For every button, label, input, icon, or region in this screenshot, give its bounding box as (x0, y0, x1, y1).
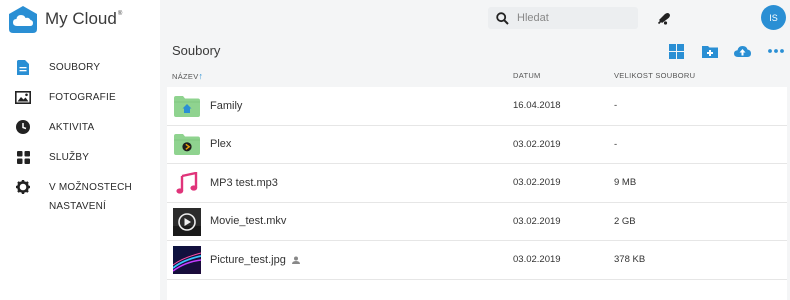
notifications-icon[interactable] (656, 10, 672, 26)
file-name[interactable]: MP3 test.mp3 (210, 177, 278, 189)
toolbar (660, 41, 790, 61)
file-size: 9 MB (614, 177, 637, 189)
clock-icon (15, 119, 31, 135)
sidebar-nav: SOUBORY FOTOGRAFIE AKTIVITA SLUŽBY V MOŽ… (0, 52, 160, 216)
cloud-logo-icon (9, 5, 37, 33)
image-thumbnail (173, 246, 201, 274)
app-name: My Cloud® (45, 9, 123, 28)
user-avatar[interactable]: IS (761, 5, 786, 30)
sidebar-item-label: SLUŽBY (49, 151, 90, 163)
sidebar-item-label: SOUBORY (49, 61, 101, 73)
shared-user-icon (291, 256, 300, 264)
sort-ascending-icon: ↑ (198, 71, 204, 81)
grid-view-button[interactable] (660, 41, 693, 61)
more-options-button[interactable] (759, 41, 790, 61)
app-logo[interactable]: My Cloud® (8, 4, 122, 34)
search-box[interactable] (488, 7, 638, 29)
table-row[interactable]: Plex 03.02.2019 - (167, 126, 787, 164)
table-row[interactable]: Movie_test.mkv 03.02.2019 2 GB (167, 203, 787, 241)
table-row[interactable]: Family 16.04.2018 - (167, 87, 787, 126)
grid-view-icon (669, 43, 684, 59)
upload-button[interactable] (726, 41, 759, 61)
sidebar-item-files[interactable]: SOUBORY (0, 52, 160, 82)
file-date: 03.02.2019 (513, 215, 561, 227)
sidebar-item-services[interactable]: SLUŽBY (0, 142, 160, 172)
file-name[interactable]: Family (210, 100, 242, 112)
file-size: 378 KB (614, 254, 646, 266)
new-folder-button[interactable] (693, 41, 726, 61)
table-row[interactable]: MP3 test.mp3 03.02.2019 9 MB (167, 164, 787, 203)
file-size: - (614, 138, 618, 150)
new-folder-icon (701, 45, 718, 58)
sidebar-item-label: V MOŽNOSTECH (49, 181, 132, 193)
file-date: 03.02.2019 (513, 254, 561, 266)
cloud-upload-icon (734, 46, 751, 57)
folder-home-icon (173, 92, 201, 120)
column-header-date[interactable]: DATUM (513, 71, 541, 80)
sidebar-item-label: AKTIVITA (49, 121, 95, 133)
sidebar-item-settings-continued[interactable]: NASTAVENÍ (0, 196, 160, 216)
play-icon (173, 207, 201, 236)
table-row[interactable]: Picture_test.jpg 03.02.2019 378 KB (167, 241, 787, 280)
file-name[interactable]: Picture_test.jpg (210, 254, 300, 266)
file-date: 03.02.2019 (513, 138, 561, 150)
gear-icon (15, 179, 31, 195)
video-thumbnail (173, 207, 201, 236)
search-icon (496, 11, 509, 25)
more-dots-icon (767, 49, 784, 53)
apps-grid-icon (15, 149, 31, 165)
sidebar-item-photos[interactable]: FOTOGRAFIE (0, 82, 160, 112)
file-date: 16.04.2018 (513, 100, 561, 112)
file-date: 03.02.2019 (513, 177, 561, 189)
image-icon (15, 89, 31, 105)
file-name[interactable]: Movie_test.mkv (210, 215, 286, 227)
column-header-name[interactable]: NÁZEV↑ (172, 71, 203, 81)
search-input[interactable] (517, 12, 627, 24)
sidebar-item-label: FOTOGRAFIE (49, 91, 116, 103)
page-title: Soubory (172, 43, 221, 58)
sidebar-item-activity[interactable]: AKTIVITA (0, 112, 160, 142)
music-note-icon (173, 169, 201, 197)
file-name[interactable]: Plex (210, 138, 231, 150)
file-size: - (614, 100, 618, 112)
file-size: 2 GB (614, 215, 636, 227)
column-header-size[interactable]: VELIKOST SOUBORU (614, 71, 695, 80)
folder-plex-icon (173, 131, 201, 159)
file-icon (15, 59, 31, 75)
file-list: Family 16.04.2018 - Plex 03.02.2019 - MP… (167, 87, 787, 300)
sidebar: My Cloud® SOUBORY FOTOGRAFIE AKTIVITA SL… (0, 0, 160, 300)
